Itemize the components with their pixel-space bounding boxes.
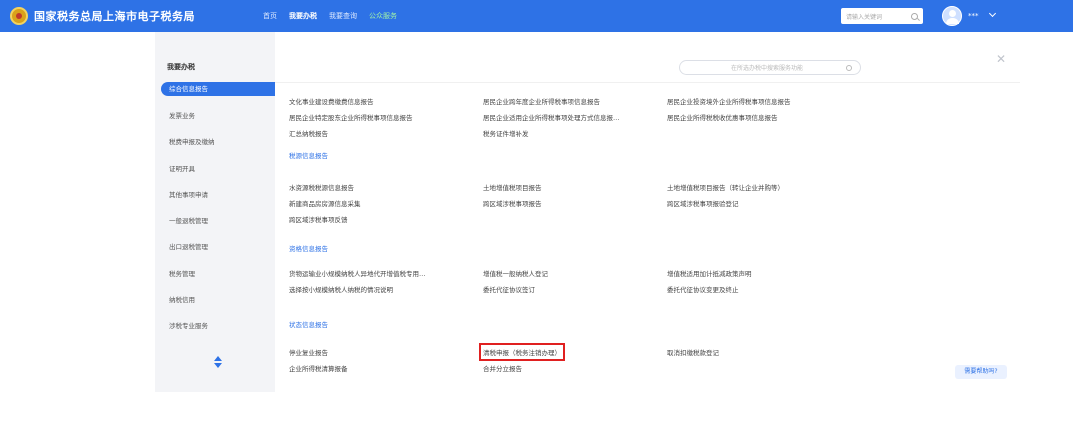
nav-public-service[interactable]: 公众服务	[369, 11, 397, 21]
sidebar-item-export-refund[interactable]: 出口退税管理	[161, 240, 275, 254]
section-title-source: 税源信息报告	[289, 152, 328, 160]
service-link[interactable]: 跨区域涉税事项反馈	[289, 214, 348, 224]
close-icon[interactable]: ✕	[996, 52, 1006, 66]
service-link[interactable]: 水资源税税源信息报告	[289, 182, 354, 192]
service-link[interactable]: 文化事业建设费缴费信息报告	[289, 96, 374, 106]
sidebar-scroll-arrows-icon[interactable]	[214, 356, 222, 368]
service-link[interactable]: 居民企业适用企业所得税事项处理方式信息报…	[483, 112, 620, 122]
nav-query[interactable]: 我要查询	[329, 11, 357, 21]
service-link[interactable]: 委托代征协议签订	[483, 284, 535, 294]
service-link[interactable]: 跨区域涉税事项报告	[483, 198, 542, 208]
service-link[interactable]: 货物运输业小规模纳税人异地代开增值税专用…	[289, 268, 426, 278]
search-icon[interactable]	[911, 12, 918, 20]
nav-home[interactable]: 首页	[263, 11, 277, 21]
service-link[interactable]: 增值税适用加计抵减政策声明	[667, 268, 752, 278]
section-title-qualification: 资格信息报告	[289, 245, 328, 253]
sidebar-item-certificate[interactable]: 证明开具	[161, 162, 275, 176]
section-title-status: 状态信息报告	[289, 321, 328, 329]
user-name[interactable]: ***	[968, 12, 979, 20]
service-link[interactable]: 取消扣缴税款登记	[667, 347, 719, 357]
sidebar-item-professional-services[interactable]: 涉税专业服务	[161, 319, 275, 333]
search-icon[interactable]	[846, 64, 852, 71]
service-link[interactable]: 土地增值税项目报告（转让企业并购等）	[667, 182, 784, 192]
nav-do-tax[interactable]: 我要办税	[289, 11, 317, 21]
service-link[interactable]: 居民企业跨年度企业所得税事项信息报告	[483, 96, 600, 106]
service-link[interactable]: 居民企业特定股东企业所得税事项信息报告	[289, 112, 413, 122]
avatar[interactable]	[942, 6, 962, 26]
service-link[interactable]: 居民企业所得税税收优惠事项信息报告	[667, 112, 778, 122]
sidebar-item-comprehensive-report[interactable]: 综合信息报告	[161, 82, 275, 96]
chevron-down-icon[interactable]	[988, 9, 997, 18]
brand-title: 国家税务总局上海市电子税务局	[34, 10, 195, 23]
sidebar-item-declaration[interactable]: 税费申报及缴纳	[161, 135, 275, 149]
divider	[275, 82, 1020, 83]
service-link[interactable]: 居民企业投资境外企业所得税事项信息报告	[667, 96, 791, 106]
sidebar: 我要办税 综合信息报告 发票业务 税费申报及缴纳 证明开具 其他事项申请 一般退…	[155, 32, 275, 392]
service-link[interactable]: 新建商品房房源信息采集	[289, 198, 361, 208]
sidebar-item-tax-management[interactable]: 税务管理	[161, 267, 275, 281]
brand[interactable]: 国家税务总局上海市电子税务局	[10, 6, 195, 26]
sidebar-title: 我要办税	[167, 63, 195, 71]
sidebar-item-general-refund[interactable]: 一般退税管理	[161, 214, 275, 228]
sidebar-item-other-applications[interactable]: 其他事项申请	[161, 188, 275, 202]
service-link[interactable]: 增值税一般纳税人登记	[483, 268, 548, 278]
top-search-input[interactable]: 请输入关键词	[841, 8, 923, 24]
tax-clearance-link[interactable]: 清税申报（税务注销办理）	[479, 343, 565, 361]
sidebar-item-invoice[interactable]: 发票业务	[161, 109, 275, 123]
service-link[interactable]: 企业所得税清算报备	[289, 363, 348, 373]
help-button[interactable]: 需要帮助吗?	[955, 365, 1007, 379]
service-link[interactable]: 合并分立报告	[483, 363, 522, 373]
main-panel: 在所选办税中搜索服务功能 文化事业建设费缴费信息报告 居民企业跨年度企业所得税事…	[275, 32, 1020, 392]
service-link[interactable]: 税务证件增补发	[483, 128, 529, 138]
service-link[interactable]: 委托代征协议变更及终止	[667, 284, 739, 294]
sidebar-item-credit[interactable]: 纳税信用	[161, 293, 275, 307]
tax-emblem-icon	[10, 7, 28, 25]
service-search-input[interactable]: 在所选办税中搜索服务功能	[679, 60, 861, 75]
service-search-placeholder: 在所选办税中搜索服务功能	[730, 65, 803, 72]
top-nav-bar: 国家税务总局上海市电子税务局 首页 我要办税 我要查询 公众服务 请输入关键词 …	[0, 0, 1073, 32]
service-link[interactable]: 停业复业报告	[289, 347, 328, 357]
service-link[interactable]: 选择按小规模纳税人纳税的情况说明	[289, 284, 393, 294]
service-link[interactable]: 汇总纳税报告	[289, 128, 328, 138]
top-search-placeholder: 请输入关键词	[846, 13, 883, 21]
service-link[interactable]: 跨区域涉税事项报验登记	[667, 198, 739, 208]
main-nav: 首页 我要办税 我要查询 公众服务	[263, 11, 409, 21]
service-link[interactable]: 土地增值税项目报告	[483, 182, 542, 192]
